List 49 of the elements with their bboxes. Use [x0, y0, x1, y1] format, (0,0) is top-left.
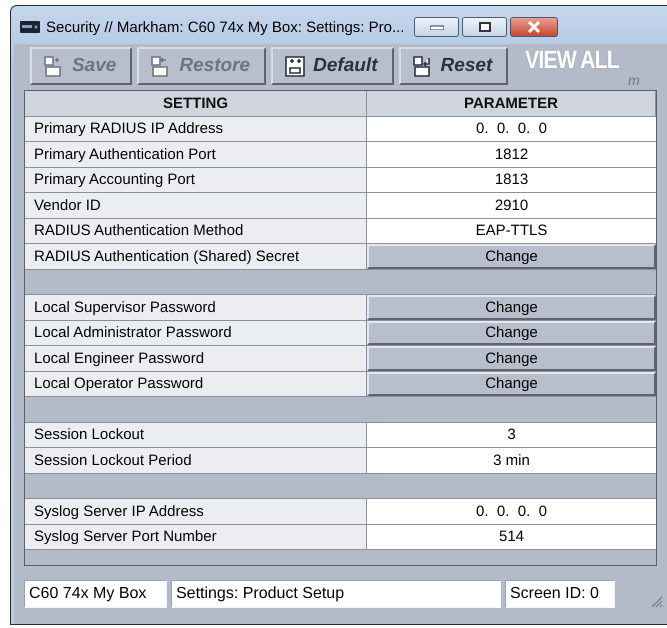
- parameter-cell[interactable]: 2910: [367, 193, 656, 218]
- change-button[interactable]: Change: [367, 295, 656, 320]
- minimize-button[interactable]: [414, 17, 460, 37]
- setting-cell: RADIUS Authentication (Shared) Secret: [25, 244, 367, 268]
- column-header: SETTING: [25, 91, 367, 116]
- close-button[interactable]: [510, 17, 558, 37]
- parameter-cell[interactable]: 0. 0. 0. 0: [367, 499, 656, 524]
- parameter-cell[interactable]: 3 min: [367, 448, 656, 472]
- close-icon: [527, 21, 542, 33]
- maximize-icon: [478, 22, 491, 32]
- change-button[interactable]: Change: [367, 346, 656, 370]
- status-field: Screen ID: 0: [505, 580, 615, 608]
- reset-button[interactable]: Reset: [398, 47, 508, 85]
- logo-text: VIEW ALL: [525, 46, 620, 75]
- parameter-cell[interactable]: 514: [367, 524, 656, 549]
- setting-cell: RADIUS Authentication Method: [25, 218, 367, 243]
- default-button[interactable]: Default: [271, 47, 394, 85]
- status-field: C60 74x My Box: [24, 580, 167, 608]
- setting-cell: Vendor ID: [25, 193, 367, 218]
- window-title: Security // Markham: C60 74x My Box: Settings: Pro...: [46, 18, 404, 36]
- column-header: PARAMETER: [367, 91, 656, 116]
- setting-cell: Local Operator Password: [25, 372, 367, 396]
- setting-cell: Local Engineer Password: [25, 346, 367, 370]
- setting-cell: Session Lockout Period: [25, 448, 367, 472]
- change-button[interactable]: Change: [367, 372, 656, 396]
- parameter-cell[interactable]: EAP-TTLS: [367, 218, 656, 243]
- parameter-cell[interactable]: 1812: [367, 142, 656, 166]
- setting-cell: Local Administrator Password: [25, 320, 367, 345]
- status-field: Settings: Product Setup: [171, 580, 501, 608]
- minimize-icon: [430, 24, 444, 30]
- change-button[interactable]: Change: [367, 244, 656, 268]
- parameter-cell[interactable]: 0. 0. 0. 0: [367, 116, 656, 141]
- parameter-cell[interactable]: 1813: [367, 168, 656, 192]
- default-icon: [283, 54, 306, 78]
- maximize-button[interactable]: [462, 17, 508, 37]
- save-icon: [42, 54, 64, 78]
- setting-cell: Primary Accounting Port: [25, 168, 367, 192]
- resize-grip-icon: [649, 594, 663, 608]
- setting-cell: Local Supervisor Password: [25, 295, 367, 320]
- logo-subtext: m: [627, 72, 641, 88]
- parameter-cell[interactable]: 3: [367, 422, 656, 447]
- setting-cell: Session Lockout: [25, 422, 367, 447]
- device-icon: [20, 21, 40, 33]
- change-button[interactable]: Change: [367, 320, 656, 345]
- reset-icon: [410, 54, 433, 78]
- setting-cell: Syslog Server IP Address: [25, 499, 367, 524]
- setting-cell: Primary RADIUS IP Address: [25, 116, 367, 141]
- setting-cell: Primary Authentication Port: [25, 142, 367, 166]
- setting-cell: Syslog Server Port Number: [25, 524, 367, 549]
